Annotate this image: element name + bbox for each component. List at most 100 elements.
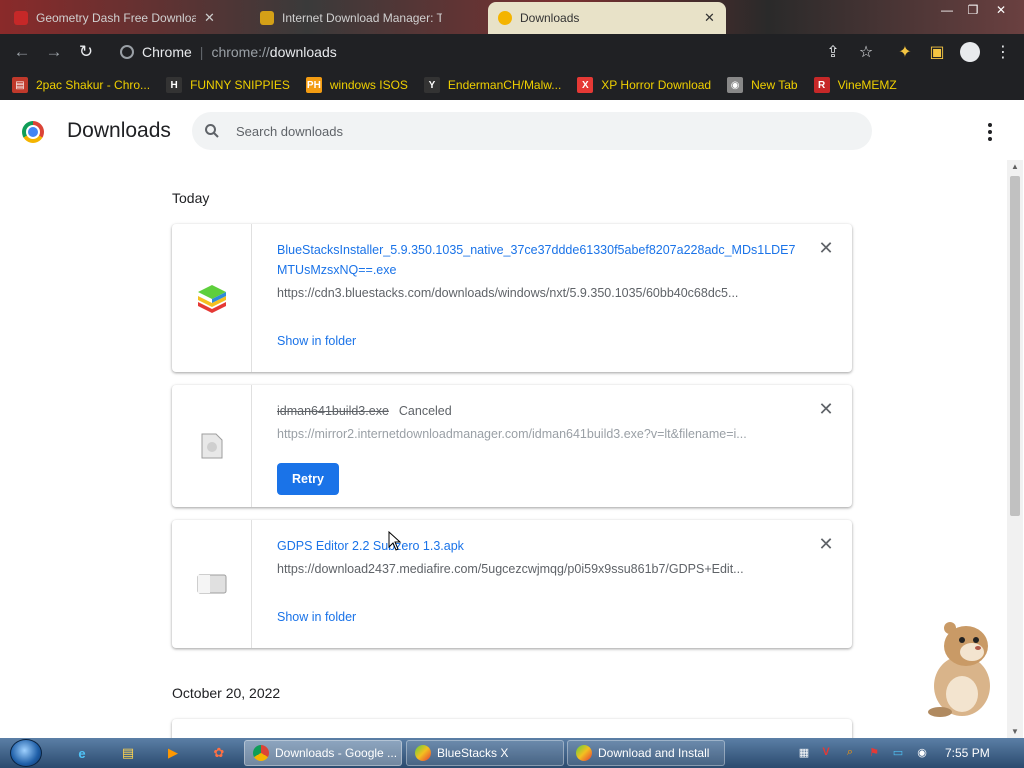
retry-button[interactable]: Retry [277, 463, 339, 495]
tab-label: Internet Download Manager: T [282, 11, 442, 25]
search-box[interactable] [192, 112, 872, 150]
restore-icon[interactable]: ❐ [960, 0, 986, 20]
download-item: BlueStacksInstaller_5.9.350.1035_native_… [172, 224, 852, 372]
chrome-logo-icon [22, 121, 44, 143]
taskbar-button-bluestacks[interactable]: BlueStacks X [406, 740, 564, 766]
mouse-cursor-icon [388, 531, 402, 551]
bluestacks-icon [576, 745, 592, 761]
remove-icon[interactable]: ✕ [818, 399, 834, 419]
taskbar-button-chrome[interactable]: Downloads - Google ... [244, 740, 402, 766]
bluestacks-icon [197, 285, 226, 313]
close-window-icon[interactable]: ✕ [988, 0, 1014, 20]
media-player-icon[interactable]: ▶ [163, 743, 183, 763]
h-icon: H [166, 77, 183, 93]
address-bar[interactable]: Chrome | chrome:// downloads [108, 37, 888, 67]
bookmark-item[interactable]: PH windows ISOS [305, 77, 408, 93]
menu-icon[interactable]: ⋮ [988, 37, 1018, 67]
bookmark-label: VineMEMZ [837, 78, 897, 92]
minimize-icon[interactable]: — [934, 0, 960, 20]
site-favicon-icon [260, 11, 274, 25]
file-icon-column [172, 385, 252, 507]
tray-search-icon[interactable]: ⌕ [842, 744, 858, 760]
title-bar: Geometry Dash Free Download ✕ Internet D… [0, 0, 1024, 34]
bookmark-item[interactable]: R VineMEMZ [813, 77, 897, 93]
section-date-today: Today [172, 190, 210, 206]
tab-label: Downloads [520, 11, 580, 25]
start-button[interactable] [10, 739, 42, 767]
bookmark-item[interactable]: X XP Horror Download [577, 77, 711, 93]
tab-internet-download-manager[interactable]: Internet Download Manager: T [250, 2, 486, 34]
bookmark-label: EndermanCH/Malw... [447, 78, 562, 92]
chrome-site-icon [120, 45, 134, 59]
paint-icon[interactable]: ✿ [209, 743, 229, 763]
tray-volume-icon[interactable]: ◉ [914, 744, 930, 760]
clock: 7:55 PM [945, 746, 990, 760]
search-input[interactable] [236, 123, 836, 139]
back-icon[interactable]: ← [7, 37, 37, 67]
site-label: Chrome [142, 44, 192, 60]
file-icon-column [172, 520, 252, 648]
profile-avatar-icon[interactable] [955, 37, 985, 67]
file-url: https://mirror2.internetdownloadmanager.… [277, 427, 747, 441]
browser-toolbar: ← → ↻ Chrome | chrome:// downloads ⇪ ☆ ✦… [0, 34, 1024, 70]
file-explorer-icon[interactable]: ▤ [118, 743, 138, 763]
stack-icon: ▤ [12, 77, 28, 93]
scroll-down-icon[interactable]: ▼ [1011, 727, 1019, 736]
tab-label: Geometry Dash Free Download [36, 11, 196, 25]
taskbar: e ▤ ▶ ✿ Downloads - Google ... BlueStack… [0, 738, 1024, 768]
bookmark-item[interactable]: Y EndermanCH/Malw... [423, 77, 562, 93]
scrollbar[interactable]: ▲ ▼ [1007, 160, 1023, 738]
extensions-icon[interactable]: ✦ [890, 37, 920, 67]
downloads-page: Downloads Today BlueStacksIns [0, 102, 1024, 738]
download-item [172, 719, 852, 738]
r-icon: R [813, 77, 830, 93]
bookmark-label: windows ISOS [329, 78, 408, 92]
remove-icon[interactable]: ✕ [818, 238, 834, 258]
scroll-up-icon[interactable]: ▲ [1011, 162, 1019, 171]
taskbar-label: BlueStacks X [437, 746, 509, 760]
tab-geometry-dash[interactable]: Geometry Dash Free Download ✕ [4, 2, 244, 34]
tab-downloads[interactable]: Downloads ✕ [488, 2, 726, 34]
bookmark-item[interactable]: ▤ 2pac Shakur - Chro... [12, 77, 150, 93]
screen: Geometry Dash Free Download ✕ Internet D… [0, 0, 1024, 768]
apk-file-icon [197, 574, 226, 594]
tray-app-icon[interactable]: ▦ [796, 744, 812, 760]
file-name-link[interactable]: GDPS Editor 2.2 Subzero 1.3.apk [277, 536, 797, 556]
generic-file-icon [201, 433, 222, 459]
download-item: GDPS Editor 2.2 Subzero 1.3.apk https://… [172, 520, 852, 648]
file-name-link[interactable]: BlueStacksInstaller_5.9.350.1035_native_… [277, 240, 797, 280]
yp-icon: Y [423, 77, 440, 93]
more-actions-icon[interactable] [980, 120, 1000, 144]
close-icon[interactable]: ✕ [704, 10, 715, 26]
tray-flag-icon[interactable]: ⚑ [866, 744, 882, 760]
show-in-folder-link[interactable]: Show in folder [277, 610, 356, 624]
bookmark-item[interactable]: H FUNNY SNIPPIES [166, 77, 290, 93]
show-in-folder-link[interactable]: Show in folder [277, 334, 356, 348]
bookmarks-bar: ▤ 2pac Shakur - Chro... H FUNNY SNIPPIES PH w… [0, 70, 1024, 100]
forward-icon[interactable]: → [39, 37, 69, 67]
internet-explorer-icon[interactable]: e [72, 743, 92, 763]
bookmark-item[interactable]: ◉ New Tab [727, 77, 798, 93]
tray-monitor-icon[interactable]: ▭ [890, 744, 906, 760]
bookmark-label: 2pac Shakur - Chro... [36, 78, 151, 92]
bluestacks-icon [415, 745, 431, 761]
file-name: idman641build3.exe [277, 404, 389, 418]
divider: | [199, 44, 204, 60]
site-favicon-icon [14, 11, 28, 25]
page-header: Downloads [0, 102, 1024, 160]
file-url: https://download2437.mediafire.com/5ugce… [277, 562, 744, 576]
tray-v-icon[interactable]: V [818, 744, 834, 760]
bookmark-star-icon[interactable]: ☆ [851, 37, 881, 67]
share-icon[interactable]: ⇪ [818, 37, 848, 67]
taskbar-button-installer[interactable]: Download and Install [567, 740, 725, 766]
close-icon[interactable]: ✕ [204, 10, 215, 26]
file-icon-column [172, 224, 252, 372]
bookmark-label: XP Horror Download [601, 78, 712, 92]
remove-icon[interactable]: ✕ [818, 534, 834, 554]
download-status: Canceled [398, 404, 452, 418]
hamster-pet-icon [928, 622, 990, 717]
reload-icon[interactable]: ↻ [71, 37, 101, 67]
side-panel-icon[interactable]: ▣ [922, 37, 952, 67]
taskbar-label: Download and Install [598, 746, 710, 760]
scrollbar-thumb[interactable] [1010, 176, 1020, 516]
